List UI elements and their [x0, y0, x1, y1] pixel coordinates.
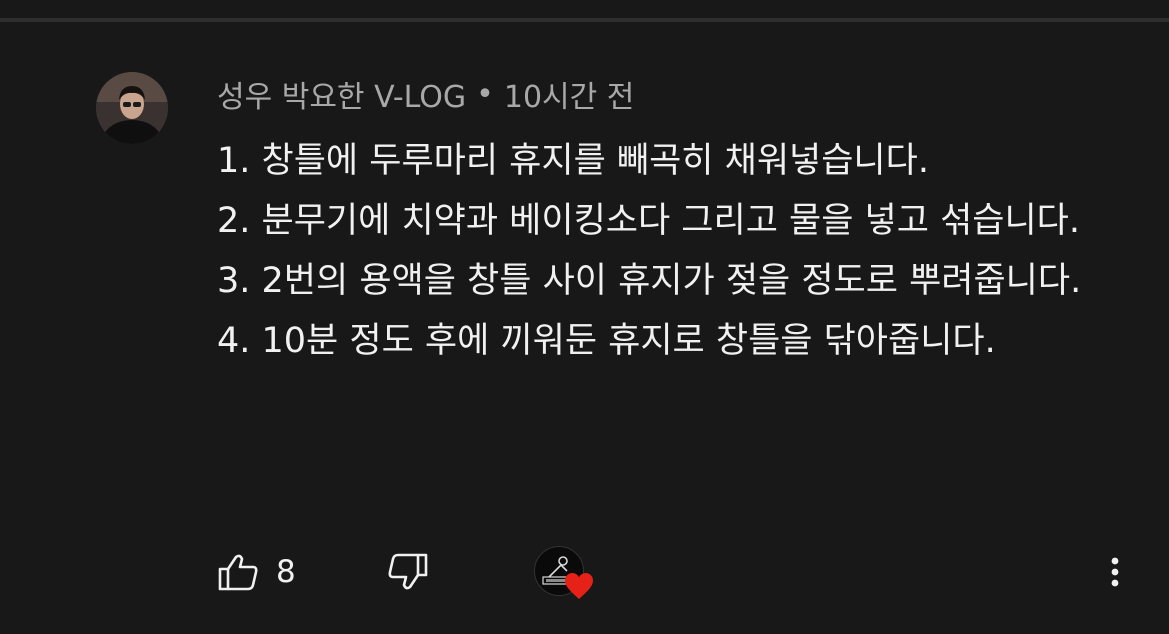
comment-line-4: 4. 10분 정도 후에 끼워둔 휴지로 창틀을 닦아줍니다.: [217, 321, 996, 361]
thumbs-down-icon: [388, 553, 428, 590]
top-divider: [0, 18, 1169, 22]
creator-heart: [534, 546, 598, 606]
thumbs-up-icon: [218, 554, 258, 591]
dislike-button[interactable]: [386, 552, 434, 592]
author-avatar[interactable]: [96, 72, 168, 144]
comment-line-1: 1. 창틀에 두루마리 휴지를 빼곡히 채워넣습니다.: [217, 141, 929, 181]
like-button[interactable]: [216, 552, 264, 592]
comment-text: 1. 창틀에 두루마리 휴지를 빼곡히 채워넣습니다. 2. 분무기에 치약과 …: [217, 131, 1137, 371]
comment-line-2: 2. 분무기에 치약과 베이킹소다 그리고 물을 넣고 섞습니다.: [217, 201, 1080, 241]
author-avatar-image: [96, 72, 168, 144]
heart-icon: [565, 573, 593, 599]
comment-header: 성우 박요한 V-LOG • 10시간 전: [217, 72, 634, 116]
comment-line-3: 3. 2번의 용액을 창틀 사이 휴지가 젖을 정도로 뿌려줍니다.: [217, 261, 1082, 301]
header-separator: •: [476, 76, 494, 112]
comment-action-bar: 8: [0, 540, 1169, 604]
like-count: 8: [276, 554, 296, 590]
more-options-button[interactable]: [1100, 548, 1130, 596]
comment-author[interactable]: 성우 박요한 V-LOG: [217, 72, 466, 116]
comment-timestamp[interactable]: 10시간 전: [504, 72, 635, 116]
more-vertical-icon: [1111, 557, 1119, 587]
